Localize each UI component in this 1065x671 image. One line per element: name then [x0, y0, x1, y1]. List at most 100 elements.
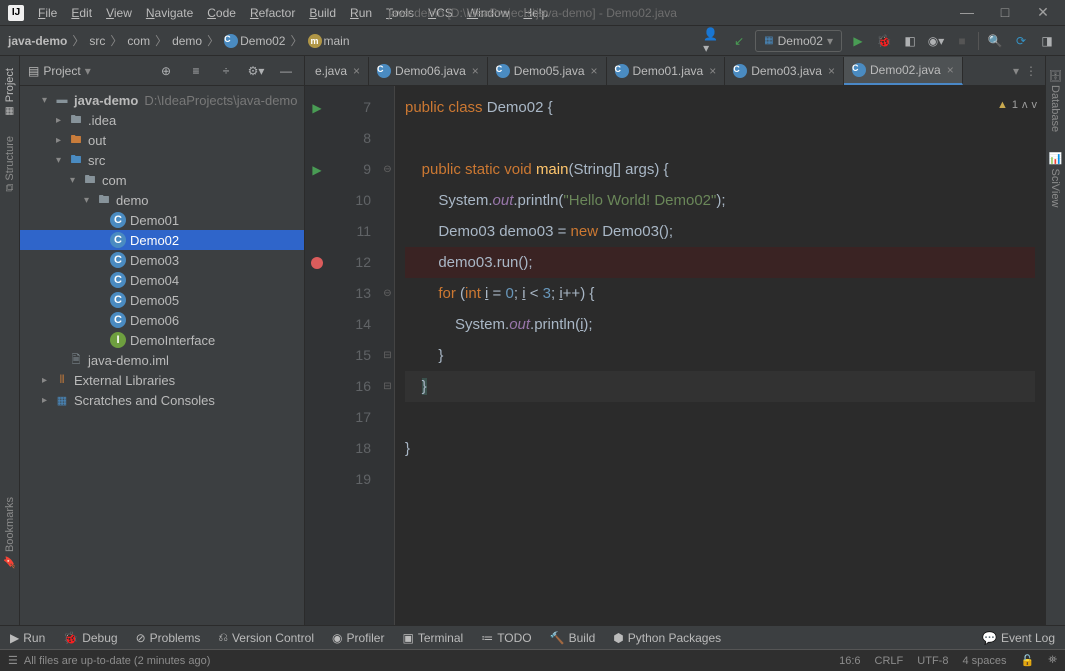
fold-marker[interactable] [381, 309, 394, 340]
toolwin-debug[interactable]: 🐞Debug [63, 631, 117, 645]
toolwin-version-control[interactable]: ⎌Version Control [218, 630, 314, 645]
stop-button[interactable]: ■ [952, 31, 972, 51]
hide-panel-icon[interactable]: — [276, 61, 296, 81]
tab-close-icon[interactable]: × [353, 64, 360, 78]
fold-marker[interactable] [381, 123, 394, 154]
project-view-selector[interactable]: ▤ Project ▾ [28, 64, 91, 78]
fold-marker[interactable] [381, 402, 394, 433]
toolwin-python-packages[interactable]: ⬢Python Packages [613, 631, 721, 645]
menu-view[interactable]: View [100, 4, 138, 22]
tree-item-demo04[interactable]: CDemo04 [20, 270, 304, 290]
tree-item-java-demo[interactable]: ▾▬java-demoD:\IdeaProjects\java-demo [20, 90, 304, 110]
memory-indicator-icon[interactable]: ⛯ [1048, 654, 1057, 667]
tab-close-icon[interactable]: × [828, 64, 835, 78]
sync-button[interactable]: ⟳ [1011, 31, 1031, 51]
tab-demo01-java[interactable]: CDemo01.java× [607, 57, 726, 85]
breadcrumb-method[interactable]: main [324, 34, 350, 48]
search-button[interactable]: 🔍 [985, 31, 1005, 51]
profile-button[interactable]: ◉▾ [926, 31, 946, 51]
fold-marker[interactable]: ⊟ [381, 340, 394, 371]
project-tree[interactable]: ▾▬java-demoD:\IdeaProjects\java-demo▸🖿.i… [20, 86, 304, 625]
readonly-lock-icon[interactable]: 🔓 [1020, 654, 1034, 667]
fold-marker[interactable] [381, 185, 394, 216]
tab-demo03-java[interactable]: CDemo03.java× [725, 57, 844, 85]
tree-item--idea[interactable]: ▸🖿.idea [20, 110, 304, 130]
tree-item-out[interactable]: ▸🖿out [20, 130, 304, 150]
toolwin-terminal[interactable]: ▣Terminal [402, 631, 463, 645]
next-highlight-icon[interactable]: v [1032, 90, 1038, 121]
fold-marker[interactable] [381, 247, 394, 278]
code-line-12[interactable]: demo03.run(); [405, 247, 1035, 278]
toolwin-profiler[interactable]: ◉Profiler [332, 631, 385, 645]
menu-run[interactable]: Run [344, 4, 378, 22]
breadcrumb-com[interactable]: com [127, 34, 150, 48]
tree-item-demo02[interactable]: CDemo02 [20, 230, 304, 250]
code-line-18[interactable]: } [405, 433, 1035, 464]
vcs-update-icon[interactable]: ↙ [729, 31, 749, 51]
code-line-17[interactable] [405, 402, 1035, 433]
tab-e-java[interactable]: e.java× [307, 57, 369, 85]
breadcrumb-class[interactable]: Demo02 [240, 34, 285, 48]
code-line-11[interactable]: Demo03 demo03 = new Demo03(); [405, 216, 1035, 247]
toolwin-todo[interactable]: ≔TODO [481, 631, 531, 645]
tree-arrow[interactable]: ▾ [56, 155, 68, 166]
toolwin-event-log[interactable]: 💬Event Log [982, 631, 1055, 645]
run-gutter-icon[interactable]: ▶ [312, 101, 321, 115]
code-line-8[interactable] [405, 123, 1035, 154]
maximize-button[interactable]: □ [991, 4, 1019, 21]
fold-marker[interactable]: ⊟ [381, 371, 394, 402]
breakpoint-icon[interactable] [311, 257, 323, 269]
tree-arrow[interactable]: ▸ [56, 135, 68, 146]
tab-close-icon[interactable]: × [472, 64, 479, 78]
tab-demo02-java[interactable]: CDemo02.java× [844, 57, 963, 85]
tab-dropdown-icon[interactable]: ▾ [1013, 64, 1019, 78]
tree-item-src[interactable]: ▾🖿src [20, 150, 304, 170]
fold-marker[interactable] [381, 92, 394, 123]
tree-item-scratches-and-consoles[interactable]: ▸▦Scratches and Consoles [20, 390, 304, 410]
tab-close-icon[interactable]: × [591, 64, 598, 78]
code-line-9[interactable]: public static void main(String[] args) { [405, 154, 1035, 185]
status-icon[interactable]: ☰ [8, 654, 18, 667]
menu-edit[interactable]: Edit [65, 4, 98, 22]
breadcrumb-src[interactable]: src [89, 34, 105, 48]
tool-project[interactable]: ▦ Project [4, 64, 16, 120]
toolwin-run[interactable]: ▶Run [10, 631, 45, 645]
tree-item-demointerface[interactable]: IDemoInterface [20, 330, 304, 350]
fold-gutter[interactable]: ⊖ ⊖ ⊟⊟ [381, 86, 395, 625]
run-config-selector[interactable]: ▦ Demo02 ▾ [755, 30, 842, 52]
breadcrumb-demo[interactable]: demo [172, 34, 202, 48]
expand-all-icon[interactable]: ≡ [186, 61, 206, 81]
tab-close-icon[interactable]: × [947, 63, 954, 77]
tree-item-external-libraries[interactable]: ▸⫴External Libraries [20, 370, 304, 390]
fold-marker[interactable] [381, 464, 394, 495]
code-line-10[interactable]: System.out.println("Hello World! Demo02"… [405, 185, 1035, 216]
menu-file[interactable]: File [32, 4, 63, 22]
tree-item-demo06[interactable]: CDemo06 [20, 310, 304, 330]
tree-item-demo05[interactable]: CDemo05 [20, 290, 304, 310]
indent-setting[interactable]: 4 spaces [962, 655, 1006, 667]
menu-refactor[interactable]: Refactor [244, 4, 301, 22]
gutter-icons[interactable]: ▶▶ [305, 86, 329, 625]
code-editor[interactable]: ▲ 1 ʌ v public class Demo02 { public sta… [395, 86, 1045, 625]
fold-marker[interactable]: ⊖ [381, 154, 394, 185]
tree-arrow[interactable]: ▾ [70, 175, 82, 186]
tool-database[interactable]: 🗄 Database [1049, 64, 1062, 136]
ide-settings-button[interactable]: ◨ [1037, 31, 1057, 51]
tree-arrow[interactable]: ▸ [42, 395, 54, 406]
file-encoding[interactable]: UTF-8 [917, 655, 948, 667]
debug-button[interactable]: 🐞 [874, 31, 894, 51]
tree-arrow[interactable]: ▸ [42, 375, 54, 386]
run-gutter-icon[interactable]: ▶ [312, 163, 321, 177]
tool-structure[interactable]: ⧉ Structure [4, 132, 16, 196]
collapse-all-icon[interactable]: ÷ [216, 61, 236, 81]
prev-highlight-icon[interactable]: ʌ [1022, 90, 1028, 121]
user-icon[interactable]: 👤▾ [703, 31, 723, 51]
tree-arrow[interactable]: ▾ [84, 195, 96, 206]
code-line-15[interactable]: } [405, 340, 1035, 371]
tab-demo05-java[interactable]: CDemo05.java× [488, 57, 607, 85]
tree-item-java-demo-iml[interactable]: 🗎java-demo.iml [20, 350, 304, 370]
inspection-badge[interactable]: ▲ 1 ʌ v [997, 90, 1037, 121]
code-line-13[interactable]: for (int i = 0; i < 3; i++) { [405, 278, 1035, 309]
fold-marker[interactable]: ⊖ [381, 278, 394, 309]
tree-arrow[interactable]: ▸ [56, 115, 68, 126]
